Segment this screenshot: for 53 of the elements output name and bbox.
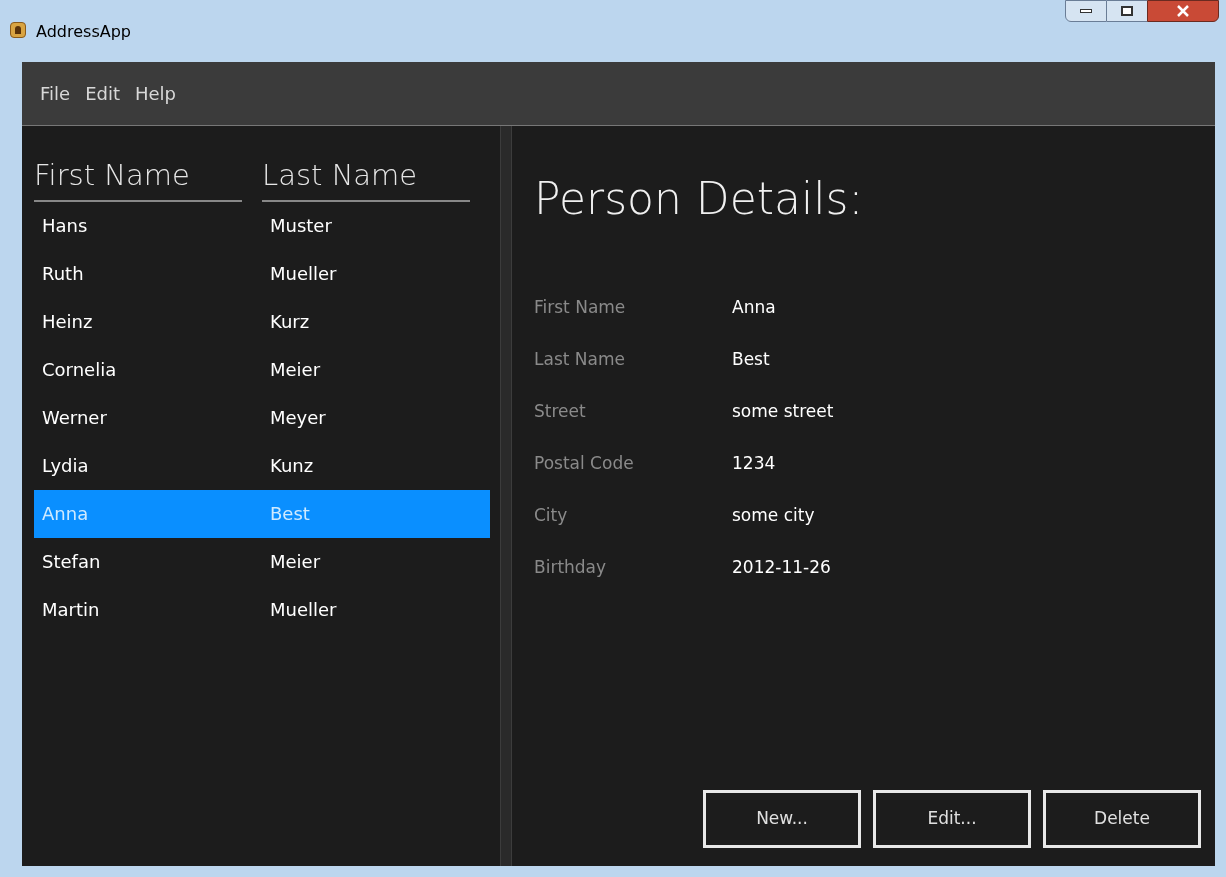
field-value: 2012-11-26 — [732, 556, 831, 580]
close-button[interactable] — [1147, 0, 1219, 22]
menu-item[interactable]: File — [34, 80, 77, 107]
table-cell-text: Cornelia — [41, 358, 118, 382]
field-value: Anna — [732, 296, 776, 320]
table-row[interactable]: Martin Mueller — [34, 585, 490, 634]
field-label: City — [534, 504, 569, 528]
action-button[interactable]: Edit... — [873, 790, 1031, 848]
table-row[interactable]: Cornelia Meier — [34, 345, 490, 394]
field-label: Postal Code — [534, 452, 635, 476]
table-cell-text: Stefan — [41, 550, 102, 574]
field-value: 1234 — [732, 452, 776, 476]
column-header[interactable]: Last Name — [262, 154, 470, 202]
table-cell-text: Kurz — [269, 310, 310, 334]
table-row[interactable]: Werner Meyer — [34, 393, 490, 442]
table-cell-text: Best — [269, 502, 310, 526]
field-label: Last Name — [534, 348, 626, 372]
table-cell-text: Meyer — [269, 406, 326, 430]
table-cell-text: Lydia — [41, 454, 90, 478]
field-label: Birthday — [534, 556, 608, 580]
table-cell-text: Muster — [269, 214, 332, 238]
field-label: Street — [534, 400, 587, 424]
window-title: AddressApp — [36, 21, 131, 43]
table-row[interactable]: Heinz Kurz — [34, 297, 490, 346]
maximize-button[interactable] — [1107, 0, 1147, 22]
table-row[interactable]: Hans Muster — [34, 201, 490, 250]
app-icon — [10, 22, 26, 38]
table-cell-text: Meier — [269, 550, 321, 574]
minimize-button[interactable] — [1065, 0, 1107, 22]
column-header[interactable]: First Name — [34, 154, 242, 202]
field-value: some city — [732, 504, 815, 528]
menu-item[interactable]: Edit — [79, 80, 126, 107]
table-cell-text: Anna — [41, 502, 90, 526]
action-button[interactable]: Delete — [1043, 790, 1201, 848]
table-row[interactable]: Ruth Mueller — [34, 249, 490, 298]
table-cell-text: Mueller — [269, 262, 337, 286]
table-cell-text: Mueller — [269, 598, 337, 622]
table-cell-text: Meier — [269, 358, 321, 382]
action-button[interactable]: New... — [703, 790, 861, 848]
table-cell-text: Werner — [41, 406, 108, 430]
close-icon — [1176, 5, 1190, 17]
field-value: some street — [732, 400, 834, 424]
table-row[interactable]: Stefan Meier — [34, 537, 490, 586]
field-label: First Name — [534, 296, 627, 320]
table-cell-text: Ruth — [41, 262, 85, 286]
table-cell-text: Kunz — [269, 454, 314, 478]
table-cell-text: Heinz — [41, 310, 94, 334]
field-value: Best — [732, 348, 770, 372]
table-cell-text: Hans — [41, 214, 89, 238]
menu-item[interactable]: Help — [129, 80, 183, 107]
table-row[interactable]: Lydia Kunz — [34, 441, 490, 490]
table-cell-text: Martin — [41, 598, 101, 622]
details-heading: Person Details: — [534, 172, 865, 226]
